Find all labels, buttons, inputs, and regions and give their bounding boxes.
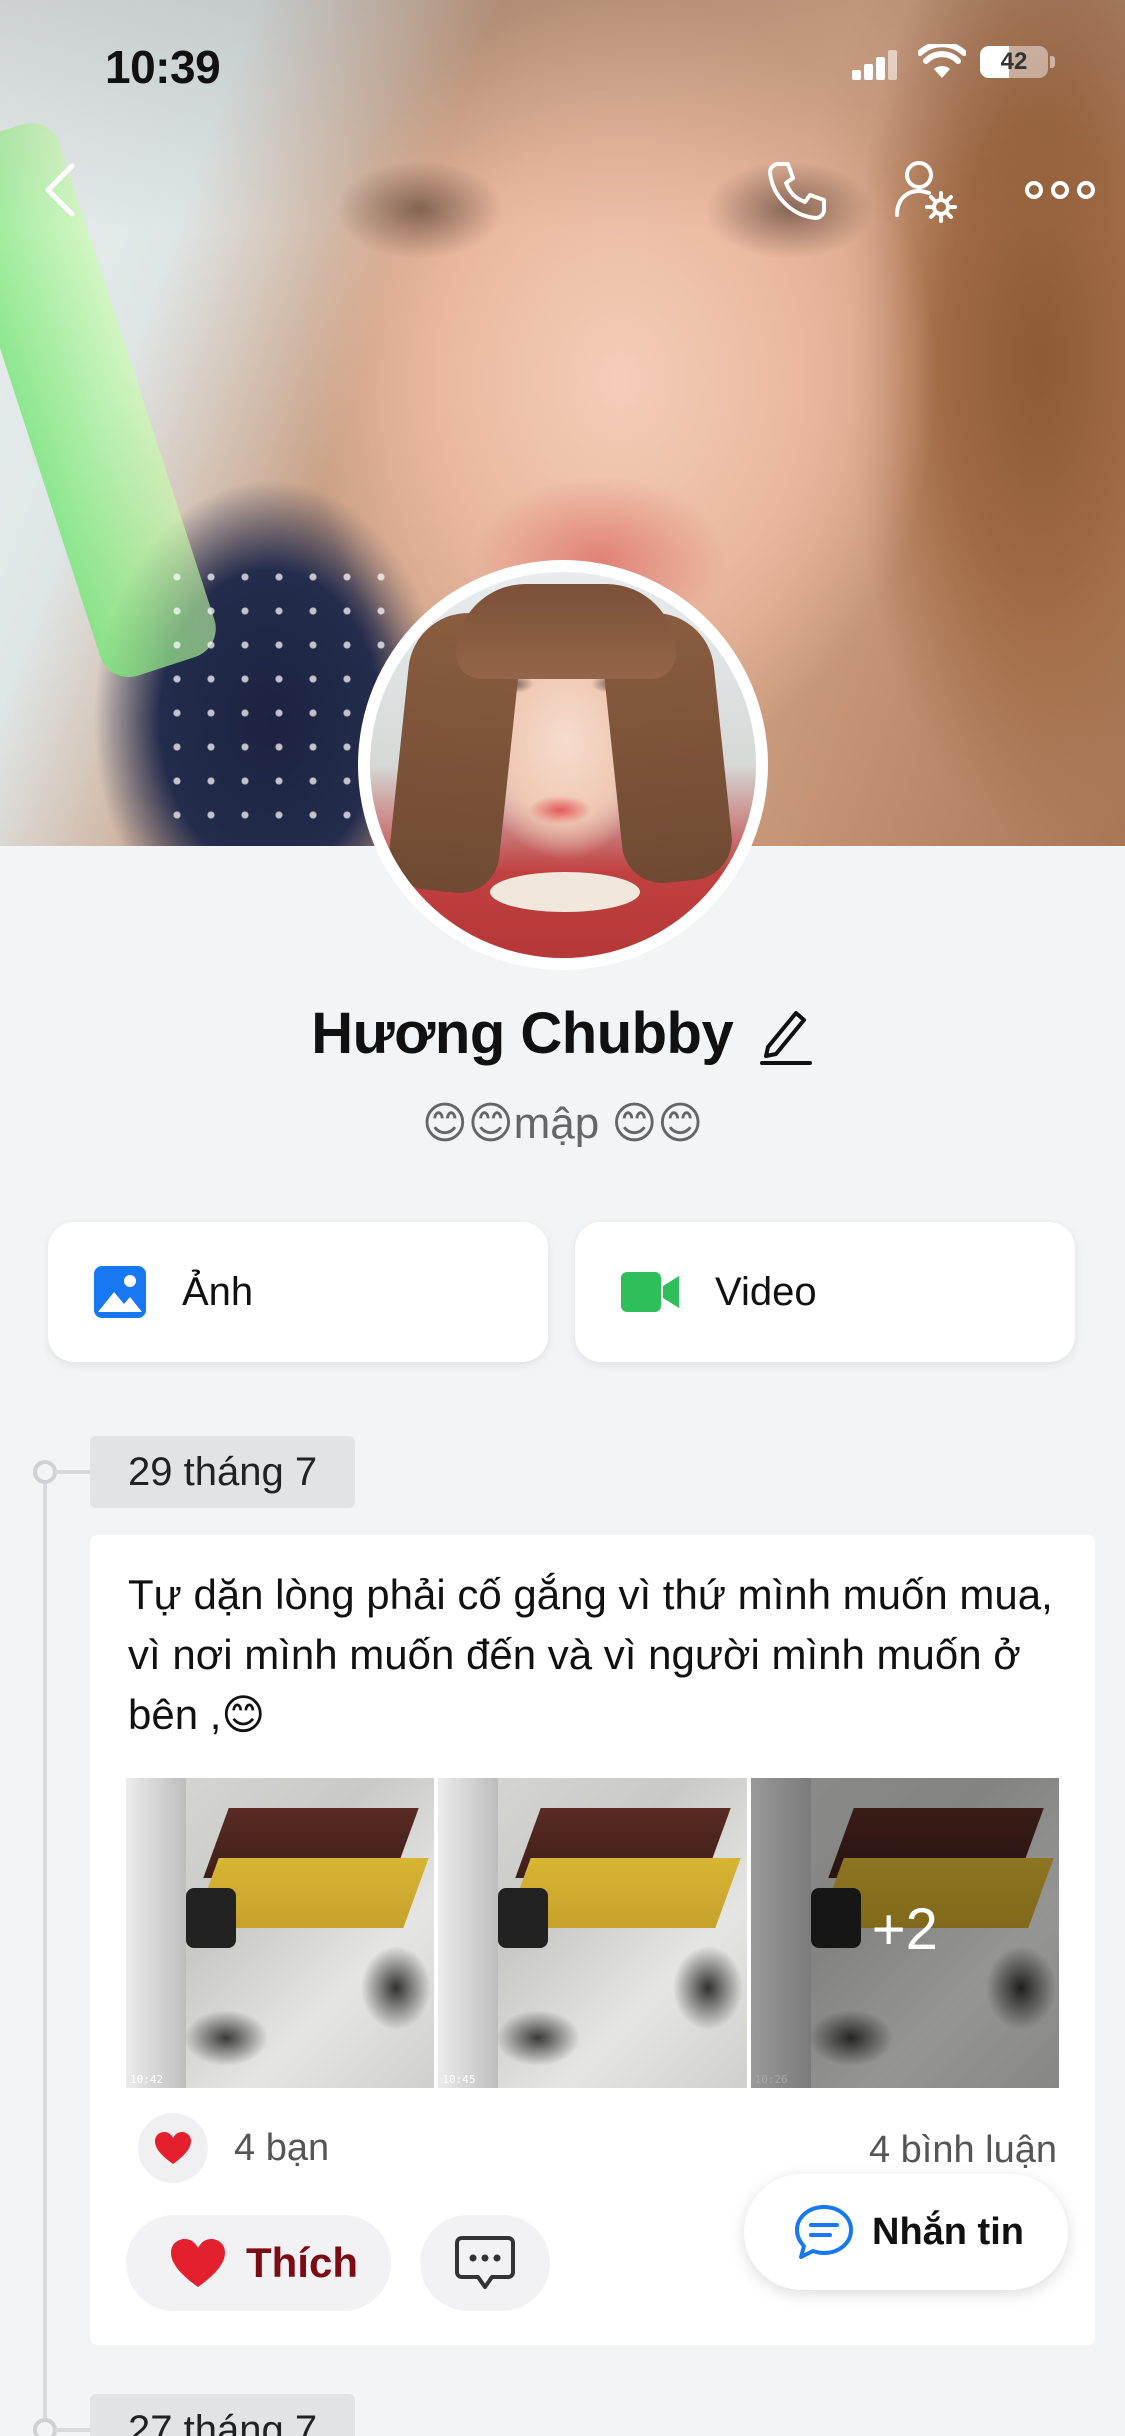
status-bar: 10:39 42: [0, 0, 1125, 130]
timeline-dot: [33, 2418, 57, 2436]
like-button-label: Thích: [246, 2239, 358, 2286]
message-button[interactable]: Nhắn tin: [744, 2174, 1068, 2290]
videos-button[interactable]: Video: [575, 1222, 1075, 1362]
timeline-date: 29 tháng 7: [90, 1436, 356, 1508]
comments-count[interactable]: 4 bình luận: [869, 2129, 1057, 2172]
pencil-icon[interactable]: [758, 1003, 814, 1065]
more-options-button[interactable]: [1020, 150, 1100, 230]
more-icon: [1025, 181, 1095, 199]
timeline-date: 27 tháng 7: [90, 2394, 356, 2436]
photo-timestamp: 10:42: [130, 2073, 164, 2086]
battery-level: 42: [1000, 48, 1028, 75]
post-photo[interactable]: 10:45: [438, 1778, 747, 2088]
comment-button[interactable]: [420, 2215, 550, 2311]
more-photos-count: +2: [871, 1897, 938, 1962]
status-time: 10:39: [105, 41, 221, 93]
post-photo[interactable]: 10:42: [126, 1778, 435, 2088]
profile-bio: 😊😊mập 😊😊: [421, 1099, 704, 1148]
image-icon: [94, 1266, 146, 1318]
cellular-signal-icon: [852, 50, 898, 80]
profile-name-row: Hương Chubby: [0, 1000, 1125, 1067]
battery-cap: [1050, 56, 1055, 68]
video-label: Video: [715, 1269, 817, 1314]
chevron-left-icon: [45, 163, 75, 217]
back-button[interactable]: [20, 150, 100, 230]
user-settings-icon: [895, 161, 957, 223]
timeline-connector: [55, 2428, 91, 2432]
photo-timestamp: 10:45: [442, 2073, 476, 2086]
heart-icon: [171, 2239, 225, 2287]
avatar-photo: [370, 572, 756, 958]
reaction-badge: [138, 2113, 208, 2183]
photos-label: Ảnh: [182, 1269, 254, 1314]
profile-settings-button[interactable]: [886, 150, 966, 230]
timeline-line: [43, 1472, 47, 2436]
phone-icon: [768, 162, 826, 220]
post-photo-grid[interactable]: 10:42 10:45 10:26 +2: [126, 1778, 1059, 2088]
likes-count: 4 bạn: [234, 2126, 330, 2169]
call-button[interactable]: [756, 150, 836, 230]
reactions-summary[interactable]: 4 bạn: [138, 2113, 329, 2183]
like-button[interactable]: Thích: [126, 2215, 391, 2311]
post-photo-more[interactable]: 10:26 +2: [750, 1778, 1059, 2088]
battery-icon: 42: [980, 46, 1048, 78]
profile-name: Hương Chubby: [311, 1001, 734, 1066]
wifi-icon: [918, 44, 966, 78]
timeline-dot: [33, 1460, 57, 1484]
post-text: Tự dặn lòng phải cố gắng vì thứ mình muố…: [128, 1571, 1053, 1738]
heart-icon: [155, 2132, 191, 2164]
video-camera-icon: [621, 1272, 679, 1312]
photos-button[interactable]: Ảnh: [48, 1222, 548, 1362]
message-button-label: Nhắn tin: [872, 2210, 1024, 2253]
chat-bubble-icon: [795, 2205, 853, 2259]
timeline-connector: [55, 1470, 91, 1474]
comment-icon: [455, 2236, 515, 2289]
avatar[interactable]: [358, 560, 768, 970]
